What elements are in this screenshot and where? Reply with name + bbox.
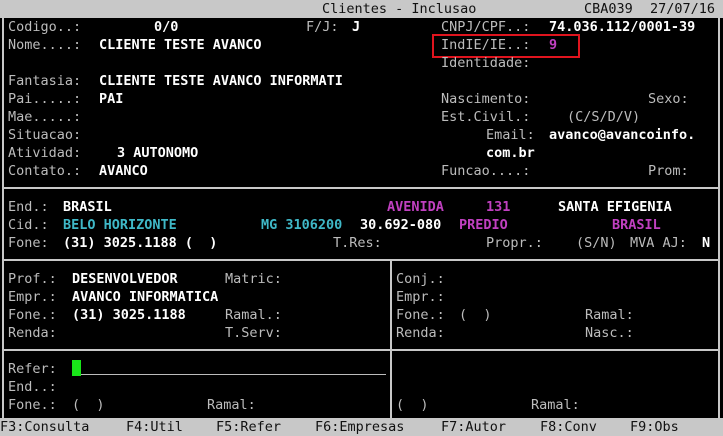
fkey-f5-refer[interactable]: F5:Refer [216, 418, 281, 436]
codigo-label: Codigo..: [8, 19, 82, 35]
mae-label: Mae.....: [8, 109, 82, 125]
tres-label: T.Res: [333, 235, 382, 251]
window-title: Clientes - Inclusao [322, 1, 477, 17]
identidade-label: Identidade: [441, 55, 531, 71]
nascimento-label: Nascimento: [441, 91, 531, 107]
atividade-label: Atividad: [8, 145, 82, 161]
tserv-label: T.Serv: [225, 325, 282, 341]
end-label: End.: [8, 199, 49, 215]
prom-label: Prom: [648, 163, 689, 179]
refer2-fone-value[interactable]: ( ) [396, 396, 429, 414]
conj-fone-label: Fone.: [396, 307, 445, 323]
logradouro-tipo[interactable]: AVENIDA [387, 198, 444, 216]
numero[interactable]: 131 [486, 198, 510, 216]
propr-options: (S/N) [576, 235, 617, 251]
pai-label: Pai.....: [8, 91, 82, 107]
fj-value[interactable]: J [352, 18, 360, 36]
end-value[interactable]: BRASIL [63, 198, 112, 216]
fkey-f7-autor[interactable]: F7:Autor [441, 418, 506, 436]
matric-label: Matric: [225, 271, 282, 287]
refer-fone-label: Fone.: [8, 397, 57, 413]
current-date: 27/07/16 [650, 1, 716, 17]
uf-ibge[interactable]: MG 3106200 [261, 216, 342, 234]
fone-value[interactable]: (31) 3025.1188 ( ) [63, 234, 217, 252]
contato-label: Contato.: [8, 163, 82, 179]
refer-end-label: End..: [8, 379, 57, 395]
funcao-label: Funcao....: [441, 163, 531, 179]
refer-input[interactable] [81, 374, 386, 375]
conj-label: Conj.: [396, 271, 445, 287]
conj-fone-value[interactable]: ( ) [459, 306, 492, 324]
bairro[interactable]: SANTA EFIGENIA [558, 198, 672, 216]
contato-value[interactable]: AVANCO [99, 162, 148, 180]
right-border [718, 18, 720, 418]
nome-value[interactable]: CLIENTE TESTE AVANCO [99, 36, 262, 54]
pai-value[interactable]: PAI [99, 90, 123, 108]
fantasia-label: Fantasia: [8, 73, 82, 89]
renda-label: Renda: [8, 325, 57, 341]
work-ramal-label: Ramal.: [225, 307, 282, 323]
nome-label: Nome....: [8, 37, 82, 53]
divider-work [2, 349, 720, 351]
fkey-f8-conv[interactable]: F8:Conv [540, 418, 597, 436]
refer-fone-value[interactable]: ( ) [72, 396, 105, 414]
indie-label: IndIE/IE..: [441, 37, 531, 53]
fkey-f9-obs[interactable]: F9:Obs [630, 418, 679, 436]
conj-ramal-label: Ramal: [585, 307, 634, 323]
work-fone-value[interactable]: (31) 3025.1188 [72, 306, 186, 324]
indie-value[interactable]: 9 [549, 36, 557, 54]
refer-label: Refer: [8, 361, 57, 377]
function-key-bar: F3:Consulta F4:Util F5:Refer F6:Empresas… [0, 418, 723, 436]
sexo-label: Sexo: [648, 91, 689, 107]
text-cursor [72, 360, 81, 376]
conj-empr-label: Empr.: [396, 289, 445, 305]
title-bar: Clientes - Inclusao CBA039 27/07/16 [0, 0, 723, 18]
fkey-f6-empresas[interactable]: F6:Empresas [315, 418, 404, 436]
divider-address [2, 259, 720, 261]
work-fone-label: Fone.: [8, 307, 57, 323]
conj-renda-label: Renda: [396, 325, 445, 341]
empr-value[interactable]: AVANCO INFORMATICA [72, 288, 218, 306]
complemento[interactable]: PREDIO [459, 216, 508, 234]
divider-header [2, 187, 720, 189]
cep[interactable]: 30.692-080 [360, 216, 441, 234]
atividade-value[interactable]: 3 AUTONOMO [117, 144, 198, 162]
codigo-value[interactable]: 0/0 [154, 18, 178, 36]
mva-value[interactable]: N [702, 234, 710, 252]
pais[interactable]: BRASIL [612, 216, 661, 234]
cid-label: Cid.: [8, 217, 49, 233]
estcivil-label: Est.Civil.: [441, 109, 531, 125]
email-value-line1[interactable]: avanco@avancoinfo. [549, 126, 695, 144]
empr-label: Empr.: [8, 289, 57, 305]
fkey-f3-consulta[interactable]: F3:Consulta [0, 418, 89, 436]
propr-label: Propr.: [486, 235, 543, 251]
fantasia-value[interactable]: CLIENTE TESTE AVANCO INFORMATI [99, 72, 343, 90]
email-value-line2[interactable]: com.br [486, 144, 535, 162]
email-label: Email: [486, 127, 535, 143]
fone-label: Fone: [8, 235, 49, 251]
estcivil-options: (C/S/D/V) [567, 109, 641, 125]
refer2-ramal-label: Ramal: [531, 397, 580, 413]
fkey-f4-util[interactable]: F4:Util [126, 418, 183, 436]
mva-label: MVA AJ: [630, 235, 687, 251]
conj-nasc-label: Nasc.: [585, 325, 634, 341]
divider-vertical [390, 259, 392, 418]
cidade[interactable]: BELO HORIZONTE [63, 216, 177, 234]
prof-value[interactable]: DESENVOLVEDOR [72, 270, 178, 288]
refer-ramal-label: Ramal: [207, 397, 256, 413]
fj-label: F/J: [306, 19, 339, 35]
situacao-label: Situacao: [8, 127, 82, 143]
program-code: CBA039 [584, 1, 633, 17]
prof-label: Prof.: [8, 271, 57, 287]
left-border [2, 18, 4, 418]
